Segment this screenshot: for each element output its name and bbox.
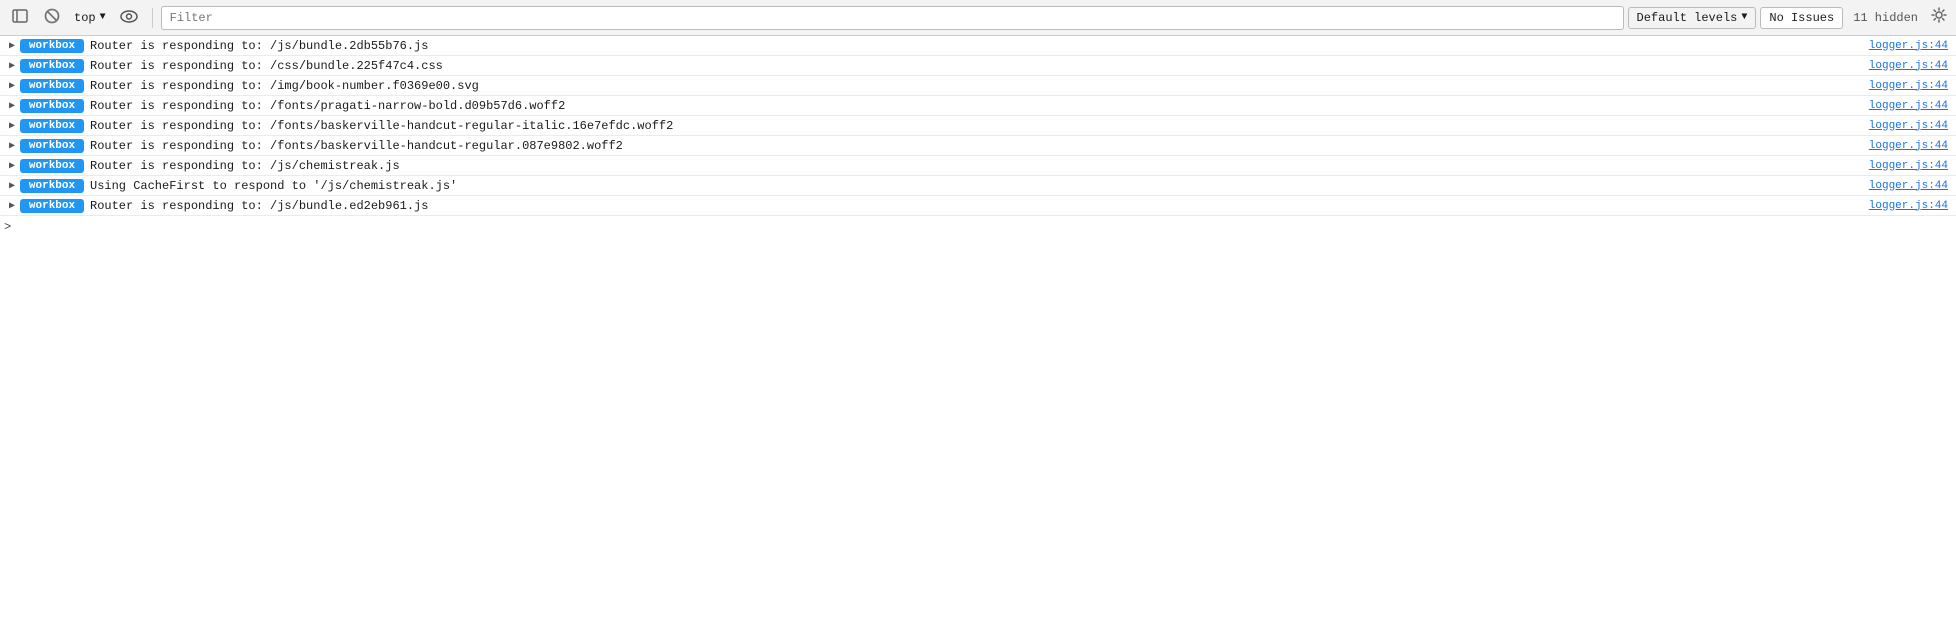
table-row: ▶ workbox Router is responding to: /css/… [0,56,1956,76]
table-row: ▶ workbox Using CacheFirst to respond to… [0,176,1956,196]
expand-arrow[interactable]: ▶ [4,80,20,92]
issues-label: No Issues [1769,11,1834,25]
table-row: ▶ workbox Router is responding to: /js/c… [0,156,1956,176]
prompt-symbol: > [4,220,11,234]
row-content: workbox Router is responding to: /fonts/… [20,138,1956,154]
table-row: ▶ workbox Router is responding to: /font… [0,136,1956,156]
expand-arrow[interactable]: ▶ [4,200,20,212]
row-content: workbox Router is responding to: /fonts/… [20,118,1956,134]
sidebar-icon [12,9,28,26]
separator [152,8,153,28]
expand-arrow[interactable]: ▶ [4,120,20,132]
log-link[interactable]: logger.js:44 [1869,60,1948,72]
expand-arrow[interactable]: ▶ [4,60,20,72]
log-message: Router is responding to: /fonts/baskervi… [90,119,673,133]
toolbar: top ▼ Default levels ▼ No Issues 11 hidd… [0,0,1956,36]
log-message: Router is responding to: /fonts/baskervi… [90,139,623,153]
gear-icon [1931,7,1947,28]
log-message: Router is responding to: /js/chemistreak… [90,159,400,173]
clear-console-button[interactable] [38,4,66,31]
issues-button[interactable]: No Issues [1760,7,1843,29]
log-link[interactable]: logger.js:44 [1869,80,1948,92]
workbox-badge: workbox [20,199,84,213]
log-link[interactable]: logger.js:44 [1869,100,1948,112]
workbox-badge: workbox [20,179,84,193]
console-content: ▶ workbox Router is responding to: /js/b… [0,36,1956,216]
row-content: workbox Using CacheFirst to respond to '… [20,178,1956,194]
expand-arrow[interactable]: ▶ [4,100,20,112]
workbox-badge: workbox [20,119,84,133]
hidden-count: 11 hidden [1847,11,1924,25]
log-message: Router is responding to: /img/book-numbe… [90,79,479,93]
log-link[interactable]: logger.js:44 [1869,200,1948,212]
context-selector-button[interactable]: top ▼ [70,9,110,27]
expand-arrow[interactable]: ▶ [4,160,20,172]
levels-label: Default levels [1637,11,1738,25]
settings-button[interactable] [1928,4,1950,31]
row-content: workbox Router is responding to: /js/bun… [20,38,1956,54]
no-entry-icon [44,8,60,27]
sidebar-toggle-button[interactable] [6,5,34,30]
row-content: workbox Router is responding to: /js/bun… [20,198,1956,214]
log-link[interactable]: logger.js:44 [1869,140,1948,152]
table-row: ▶ workbox Router is responding to: /font… [0,96,1956,116]
workbox-badge: workbox [20,59,84,73]
workbox-badge: workbox [20,99,84,113]
table-row: ▶ workbox Router is responding to: /img/… [0,76,1956,96]
log-link[interactable]: logger.js:44 [1869,40,1948,52]
expand-arrow[interactable]: ▶ [4,140,20,152]
context-label: top [74,11,96,25]
levels-chevron-icon: ▼ [1741,12,1747,23]
log-link[interactable]: logger.js:44 [1869,180,1948,192]
workbox-badge: workbox [20,39,84,53]
chevron-down-icon: ▼ [100,12,106,23]
log-link[interactable]: logger.js:44 [1869,160,1948,172]
workbox-badge: workbox [20,139,84,153]
table-row: ▶ workbox Router is responding to: /font… [0,116,1956,136]
table-row: ▶ workbox Router is responding to: /js/b… [0,36,1956,56]
levels-button[interactable]: Default levels ▼ [1628,7,1757,29]
row-content: workbox Router is responding to: /fonts/… [20,98,1956,114]
log-message: Router is responding to: /css/bundle.225… [90,59,443,73]
log-message: Router is responding to: /fonts/pragati-… [90,99,565,113]
table-row: ▶ workbox Router is responding to: /js/b… [0,196,1956,216]
row-content: workbox Router is responding to: /img/bo… [20,78,1956,94]
inspect-toggle-button[interactable] [114,6,144,30]
expand-arrow[interactable]: ▶ [4,40,20,52]
prompt-row: > [0,216,1956,238]
log-message: Using CacheFirst to respond to '/js/chem… [90,179,457,193]
row-content: workbox Router is responding to: /css/bu… [20,58,1956,74]
row-content: workbox Router is responding to: /js/che… [20,158,1956,174]
workbox-badge: workbox [20,159,84,173]
filter-input[interactable] [161,6,1624,30]
eye-icon [120,10,138,26]
workbox-badge: workbox [20,79,84,93]
log-message: Router is responding to: /js/bundle.2db5… [90,39,428,53]
log-message: Router is responding to: /js/bundle.ed2e… [90,199,428,213]
expand-arrow[interactable]: ▶ [4,180,20,192]
log-link[interactable]: logger.js:44 [1869,120,1948,132]
